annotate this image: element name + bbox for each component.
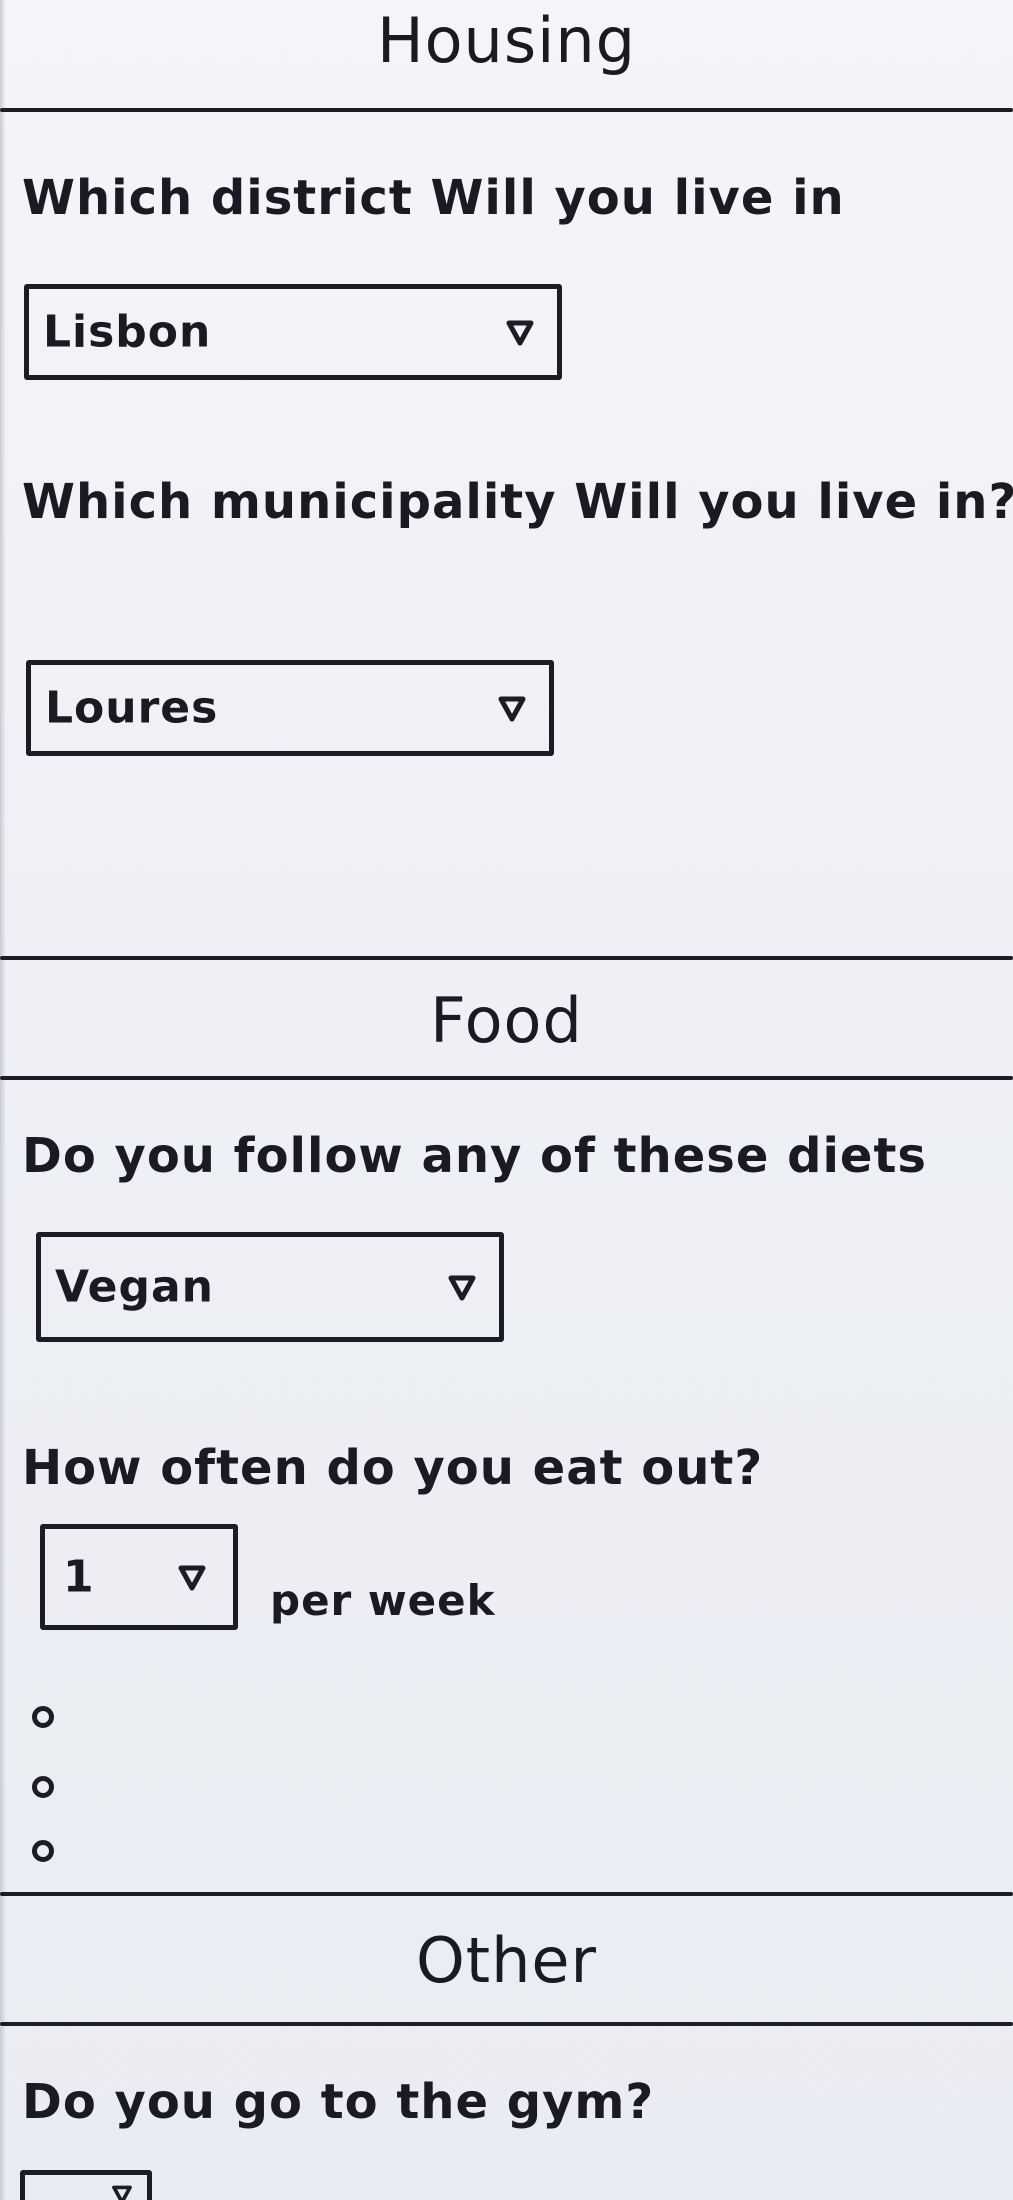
district-select-value: Lisbon [43, 306, 212, 358]
section-title-housing: Housing [376, 4, 637, 77]
paper-edge [0, 0, 6, 2200]
municipality-question: Which municipality Will you live in? [22, 474, 1013, 530]
divider [0, 108, 1013, 112]
eat-out-question: How often do you eat out? [22, 1440, 764, 1496]
divider [0, 956, 1013, 960]
district-question: Which district Will you live in [22, 170, 845, 226]
diet-select[interactable]: Vegan [36, 1232, 504, 1342]
eat-out-suffix: per week [270, 1576, 496, 1625]
vertical-dots-icon [32, 1776, 54, 1798]
municipality-select-value: Loures [45, 682, 219, 734]
divider [0, 2022, 1013, 2026]
chevron-down-icon [111, 2183, 133, 2200]
section-title-food: Food [430, 984, 583, 1057]
chevron-down-icon [447, 1272, 477, 1302]
chevron-down-icon [497, 693, 527, 723]
gym-select[interactable] [20, 2170, 152, 2200]
district-select[interactable]: Lisbon [24, 284, 562, 380]
chevron-down-icon [505, 317, 535, 347]
vertical-dots-icon [32, 1840, 54, 1862]
section-title-other: Other [415, 1924, 598, 1997]
divider [0, 1892, 1013, 1896]
gym-question: Do you go to the gym? [22, 2074, 655, 2130]
chevron-down-icon [177, 1562, 207, 1592]
eat-out-select-value: 1 [63, 1551, 95, 1603]
divider [0, 1076, 1013, 1080]
eat-out-select[interactable]: 1 [40, 1524, 238, 1630]
diet-question: Do you follow any of these diets [22, 1128, 927, 1184]
municipality-select[interactable]: Loures [26, 660, 554, 756]
vertical-dots-icon [32, 1706, 54, 1728]
diet-select-value: Vegan [55, 1261, 214, 1313]
